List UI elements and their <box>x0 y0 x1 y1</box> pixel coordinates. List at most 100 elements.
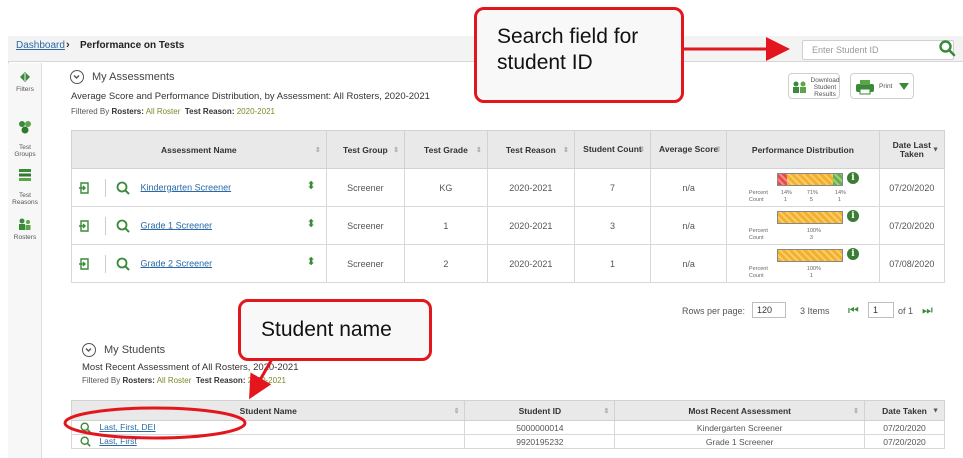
students-title: My Students <box>104 344 166 356</box>
student-results-icon[interactable] <box>78 181 92 195</box>
search-icon[interactable] <box>938 39 956 57</box>
magnify-chart-icon[interactable] <box>116 257 130 271</box>
info-icon[interactable]: i <box>846 209 859 222</box>
distribution-count: 1 <box>783 196 787 203</box>
student-count-cell: 7 <box>573 168 652 207</box>
date-last-taken-cell: 07/20/2020 <box>878 206 946 245</box>
performance-distribution-cell: i Percent Count 100% 3 <box>726 206 880 245</box>
date-last-taken-cell: 07/08/2020 <box>878 244 946 283</box>
column-header-student-name[interactable]: Student Name ⇕ <box>70 400 466 421</box>
magnify-chart-icon[interactable] <box>116 181 130 195</box>
percent-label: Percent <box>748 227 768 234</box>
performance-distribution-chart[interactable]: i Percent Count 100% 3 <box>748 208 859 244</box>
reorder-arrows-icon[interactable]: ⬍ <box>306 217 315 230</box>
magnify-chart-icon[interactable] <box>80 436 91 447</box>
print-button[interactable]: Print <box>850 73 914 99</box>
callout-student-name: Student name <box>238 299 432 361</box>
callout-search-field: Search field for student ID <box>474 7 684 103</box>
test-reasons-icon <box>19 169 31 181</box>
callout-student-text: Student name <box>261 318 392 341</box>
sidebar-item-rosters[interactable]: Rosters <box>8 216 42 241</box>
student-results-icon[interactable] <box>78 219 92 233</box>
info-icon[interactable]: i <box>846 247 859 260</box>
assessments-subtitle: Average Score and Performance Distributi… <box>71 91 430 102</box>
date-taken-cell: 07/20/2020 <box>864 434 945 449</box>
rows-per-page-input[interactable]: 120 <box>752 302 786 318</box>
breadcrumb-dashboard-link[interactable]: Dashboard <box>16 40 65 51</box>
average-score-cell: n/a <box>650 244 728 283</box>
distribution-percent: 71% <box>806 189 818 196</box>
students-collapse-toggle[interactable] <box>82 343 96 357</box>
column-header-date-last-taken[interactable]: Date Last Taken ▼ <box>878 130 946 169</box>
magnify-chart-icon[interactable] <box>116 219 130 233</box>
assessment-name-link[interactable]: Grade 1 Screener <box>141 220 213 230</box>
distribution-segment <box>786 173 833 185</box>
info-icon[interactable]: i <box>846 171 859 184</box>
column-header-test-grade[interactable]: Test Grade ⇕ <box>404 130 488 169</box>
assessments-table: Assessment Name ⇕ Test Group ⇕ Test Grade ⇕… <box>71 130 946 283</box>
printer-icon <box>856 80 874 95</box>
header-label: Test Reason <box>505 144 556 155</box>
performance-distribution-chart[interactable]: i Percent Count 14% 1 71% 5 14% 1 <box>748 170 859 206</box>
first-page-icon[interactable]: ⏮ <box>848 303 859 318</box>
student-name-link[interactable]: Last, First, DEI <box>99 422 155 432</box>
column-header-date-taken[interactable]: Date Taken ▼ <box>864 400 945 421</box>
download-student-results-button[interactable]: Download Student Results <box>788 73 840 99</box>
sidebar-item-test-groups[interactable]: Test Groups <box>8 112 42 158</box>
student-row: Last, First, DEI 5000000014 Kindergarten… <box>70 420 945 435</box>
item-count: 3 Items <box>800 306 830 316</box>
distribution-bar <box>776 210 843 224</box>
column-header-test-group[interactable]: Test Group ⇕ <box>325 130 406 169</box>
distribution-count: 1 <box>809 272 813 279</box>
distribution-percent: 14% <box>780 189 792 196</box>
filter-rosters-value: All Roster <box>145 107 181 116</box>
assessment-row: Grade 1 Screener ⬍ Screener 1 2020-2021 … <box>71 206 946 245</box>
breadcrumb-separator: › <box>66 39 70 51</box>
distribution-percent: 14% <box>834 189 846 196</box>
distribution-percent: 100% <box>806 265 821 272</box>
distribution-count: 5 <box>809 196 813 203</box>
page-number-input[interactable]: 1 <box>868 302 894 318</box>
column-header-most-recent-assessment[interactable]: Most Recent Assessment ⇕ <box>614 400 866 421</box>
assessments-title: My Assessments <box>92 71 175 83</box>
sidebar-item-test-reasons[interactable]: Test Reasons <box>8 160 42 206</box>
column-header-assessment-name[interactable]: Assessment Name ⇕ <box>71 130 327 169</box>
reorder-arrows-icon[interactable]: ⬍ <box>306 255 315 268</box>
search-placeholder: Enter Student ID <box>812 45 879 55</box>
callout-search-text: Search field for student ID <box>497 25 639 74</box>
assessment-name-cell: Grade 1 Screener ⬍ <box>71 206 327 245</box>
test-group-cell: Screener <box>325 206 406 245</box>
count-label: Count <box>748 196 764 203</box>
column-header-student-count[interactable]: Student Count ⇕ <box>573 130 652 169</box>
assessment-name-link[interactable]: Grade 2 Screener <box>141 258 213 268</box>
assessments-collapse-toggle[interactable] <box>70 70 84 84</box>
header-label: Most Recent Assessment <box>688 405 791 416</box>
distribution-bar <box>776 172 843 186</box>
filter-rosters-label: Rosters: <box>122 376 155 385</box>
magnify-chart-icon[interactable] <box>80 422 91 433</box>
filter-prefix: Filtered By <box>82 376 121 385</box>
sidebar-item-filters[interactable]: Filters <box>8 70 42 93</box>
student-id-cell: 5000000014 <box>464 420 616 435</box>
assessments-filter-summary: Filtered By Rosters: All Roster Test Rea… <box>71 107 275 116</box>
header-label: Student Name <box>239 405 297 416</box>
assessment-name-link[interactable]: Kindergarten Screener <box>141 182 232 192</box>
test-reason-cell: 2020-2021 <box>486 206 575 245</box>
column-header-test-reason[interactable]: Test Reason ⇕ <box>486 130 575 169</box>
reorder-arrows-icon[interactable]: ⬍ <box>306 179 315 192</box>
rows-per-page-label: Rows per page: <box>682 306 746 316</box>
student-name-cell: Last, First <box>70 434 466 449</box>
last-page-icon[interactable]: ⏭ <box>922 303 933 318</box>
student-name-link[interactable]: Last, First <box>99 436 136 446</box>
header-label: Assessment Name <box>161 144 237 155</box>
chevron-down-icon <box>85 348 92 352</box>
performance-distribution-chart[interactable]: i Percent Count 100% 1 <box>749 246 859 282</box>
distribution-segment <box>777 173 787 185</box>
student-results-icon[interactable] <box>78 257 92 271</box>
students-filter-summary: Filtered By Rosters: All Roster Test Rea… <box>82 376 286 385</box>
column-header-student-id[interactable]: Student ID ⇕ <box>464 400 616 421</box>
assessment-row: Grade 2 Screener ⬍ Screener 2 2020-2021 … <box>71 244 946 283</box>
sort-icon: ⇕ <box>475 146 482 154</box>
column-header-average-score[interactable]: Average Score ⇕ <box>650 130 728 169</box>
sidebar-item-label: Test Reasons <box>12 192 38 206</box>
